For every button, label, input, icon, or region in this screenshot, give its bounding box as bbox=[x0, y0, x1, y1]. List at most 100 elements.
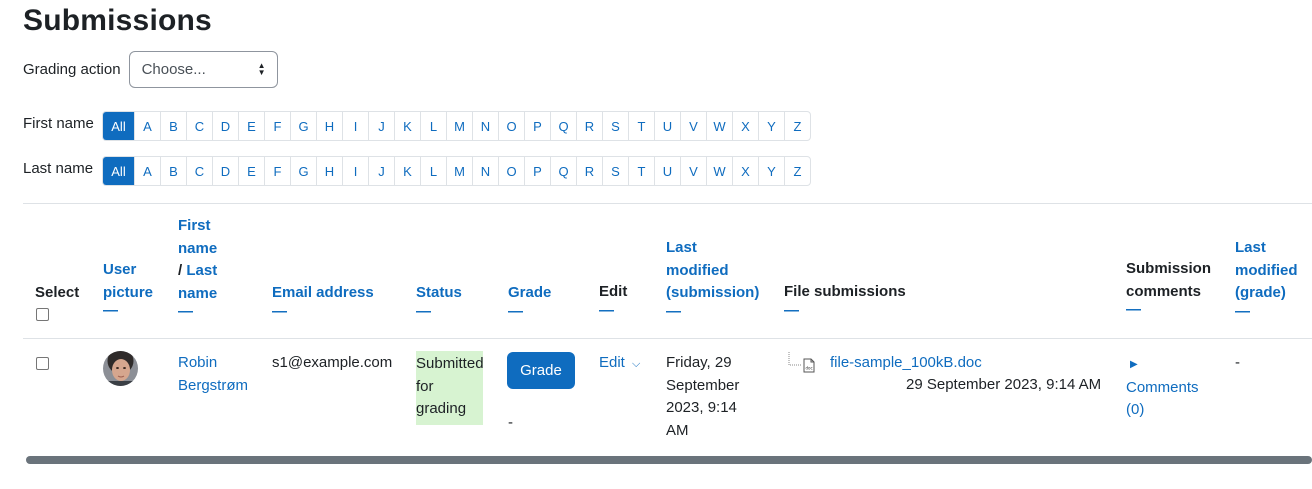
first-name-initial-d[interactable]: D bbox=[212, 112, 238, 140]
first-name-initial-c[interactable]: C bbox=[186, 112, 212, 140]
first-name-initial-all[interactable]: All bbox=[103, 112, 134, 140]
column-header-submission-comments: Submission comments — bbox=[1126, 258, 1211, 317]
user-first-name: Robin bbox=[178, 354, 218, 371]
collapse-status-icon[interactable]: — bbox=[416, 304, 462, 319]
column-header-edit: Edit — bbox=[599, 281, 627, 318]
last-name-initial-h[interactable]: H bbox=[316, 157, 342, 185]
file-submissions-header-label: File submissions bbox=[784, 283, 906, 300]
status-line2: for bbox=[416, 377, 434, 395]
horizontal-scrollbar[interactable] bbox=[26, 456, 1312, 464]
comments-label: Comments bbox=[1126, 378, 1199, 396]
collapse-email-icon[interactable]: — bbox=[272, 304, 374, 319]
first-name-initial-j[interactable]: J bbox=[368, 112, 394, 140]
column-header-user-picture[interactable]: User picture — bbox=[103, 259, 153, 318]
last-name-initial-i[interactable]: I bbox=[342, 157, 368, 185]
last-name-initial-g[interactable]: G bbox=[290, 157, 316, 185]
last-modified-grade-line1: Last bbox=[1235, 239, 1266, 256]
row-select-checkbox[interactable] bbox=[36, 357, 49, 370]
last-name-initial-c[interactable]: C bbox=[186, 157, 212, 185]
collapse-file-submissions-icon[interactable]: — bbox=[784, 303, 906, 318]
last-name-initial-d[interactable]: D bbox=[212, 157, 238, 185]
last-name-initial-p[interactable]: P bbox=[524, 157, 550, 185]
first-name-initial-r[interactable]: R bbox=[576, 112, 602, 140]
last-name-initial-q[interactable]: Q bbox=[550, 157, 576, 185]
collapse-user-picture-icon[interactable]: — bbox=[103, 303, 153, 318]
first-name-sort-link-1[interactable]: First bbox=[178, 217, 211, 234]
column-header-grade[interactable]: Grade — bbox=[508, 282, 551, 319]
last-name-initial-l[interactable]: L bbox=[420, 157, 446, 185]
first-name-initial-v[interactable]: V bbox=[680, 112, 706, 140]
first-name-initial-h[interactable]: H bbox=[316, 112, 342, 140]
last-name-initial-v[interactable]: V bbox=[680, 157, 706, 185]
first-name-initial-p[interactable]: P bbox=[524, 112, 550, 140]
last-name-initial-r[interactable]: R bbox=[576, 157, 602, 185]
edit-menu-label: Edit bbox=[599, 354, 625, 371]
last-name-initial-z[interactable]: Z bbox=[784, 157, 810, 185]
first-name-initial-n[interactable]: N bbox=[472, 112, 498, 140]
column-header-last-modified-grade[interactable]: Last modified (grade) — bbox=[1235, 237, 1298, 319]
email-header-label: Email address bbox=[272, 284, 374, 301]
column-header-file-submissions: File submissions — bbox=[784, 281, 906, 318]
collapse-name-icon[interactable]: — bbox=[178, 304, 217, 319]
last-name-filter-label: Last name bbox=[23, 159, 94, 177]
select-all-checkbox[interactable] bbox=[36, 308, 49, 321]
status-line1: Submitted bbox=[416, 355, 484, 372]
last-name-initial-o[interactable]: O bbox=[498, 157, 524, 185]
last-name-initial-f[interactable]: F bbox=[264, 157, 290, 185]
first-name-initial-o[interactable]: O bbox=[498, 112, 524, 140]
last-name-initial-u[interactable]: U bbox=[654, 157, 680, 185]
first-name-initial-b[interactable]: B bbox=[160, 112, 186, 140]
grade-button[interactable]: Grade bbox=[507, 352, 575, 389]
last-name-sort-link-2[interactable]: name bbox=[178, 285, 217, 302]
first-name-initial-i[interactable]: I bbox=[342, 112, 368, 140]
grade-value: - bbox=[508, 414, 513, 431]
edit-menu-toggle[interactable]: Edit ⌵ bbox=[599, 352, 640, 376]
user-fullname-link[interactable]: Robin Bergstrøm bbox=[178, 352, 248, 397]
column-header-email[interactable]: Email address — bbox=[272, 282, 374, 319]
collapse-last-modified-sub-icon[interactable]: — bbox=[666, 304, 759, 319]
first-name-initial-w[interactable]: W bbox=[706, 112, 732, 140]
first-name-initial-t[interactable]: T bbox=[628, 112, 654, 140]
last-name-initial-w[interactable]: W bbox=[706, 157, 732, 185]
last-name-initial-k[interactable]: K bbox=[394, 157, 420, 185]
first-name-initial-g[interactable]: G bbox=[290, 112, 316, 140]
select-header-label: Select bbox=[35, 284, 80, 301]
comments-toggle[interactable]: ▶ Comments (0) bbox=[1126, 352, 1199, 422]
first-name-initial-k[interactable]: K bbox=[394, 112, 420, 140]
first-name-sort-link-2[interactable]: name bbox=[178, 240, 217, 257]
first-name-initial-m[interactable]: M bbox=[446, 112, 472, 140]
last-name-sort-link-1[interactable]: Last bbox=[186, 262, 217, 279]
last-name-initial-e[interactable]: E bbox=[238, 157, 264, 185]
last-name-initial-b[interactable]: B bbox=[160, 157, 186, 185]
last-name-initial-n[interactable]: N bbox=[472, 157, 498, 185]
first-name-initial-y[interactable]: Y bbox=[758, 112, 784, 140]
first-name-initial-q[interactable]: Q bbox=[550, 112, 576, 140]
collapse-last-modified-grade-icon[interactable]: — bbox=[1235, 304, 1298, 319]
collapse-grade-icon[interactable]: — bbox=[508, 304, 551, 319]
file-submission-link[interactable]: file-sample_100kB.doc bbox=[830, 352, 982, 375]
first-name-initial-u[interactable]: U bbox=[654, 112, 680, 140]
last-name-initial-y[interactable]: Y bbox=[758, 157, 784, 185]
collapse-submission-comments-icon[interactable]: — bbox=[1126, 302, 1211, 317]
last-name-initial-s[interactable]: S bbox=[602, 157, 628, 185]
first-name-initial-s[interactable]: S bbox=[602, 112, 628, 140]
column-header-last-modified-submission[interactable]: Last modified (submission) — bbox=[666, 237, 759, 319]
collapse-edit-icon[interactable]: — bbox=[599, 303, 627, 318]
user-email: s1@example.com bbox=[272, 354, 393, 371]
avatar[interactable] bbox=[103, 351, 138, 386]
first-name-initial-l[interactable]: L bbox=[420, 112, 446, 140]
last-name-initial-a[interactable]: A bbox=[134, 157, 160, 185]
first-name-initial-e[interactable]: E bbox=[238, 112, 264, 140]
last-name-initial-j[interactable]: J bbox=[368, 157, 394, 185]
last-modified-sub-line2: modified bbox=[666, 261, 729, 279]
grading-action-select[interactable]: Choose... ▲ ▼ bbox=[128, 51, 278, 88]
last-name-initial-all[interactable]: All bbox=[103, 157, 134, 185]
first-name-initial-x[interactable]: X bbox=[732, 112, 758, 140]
column-header-status[interactable]: Status — bbox=[416, 282, 462, 319]
last-name-initial-m[interactable]: M bbox=[446, 157, 472, 185]
first-name-initial-z[interactable]: Z bbox=[784, 112, 810, 140]
last-name-initial-t[interactable]: T bbox=[628, 157, 654, 185]
last-name-initial-x[interactable]: X bbox=[732, 157, 758, 185]
first-name-initial-f[interactable]: F bbox=[264, 112, 290, 140]
first-name-initial-a[interactable]: A bbox=[134, 112, 160, 140]
